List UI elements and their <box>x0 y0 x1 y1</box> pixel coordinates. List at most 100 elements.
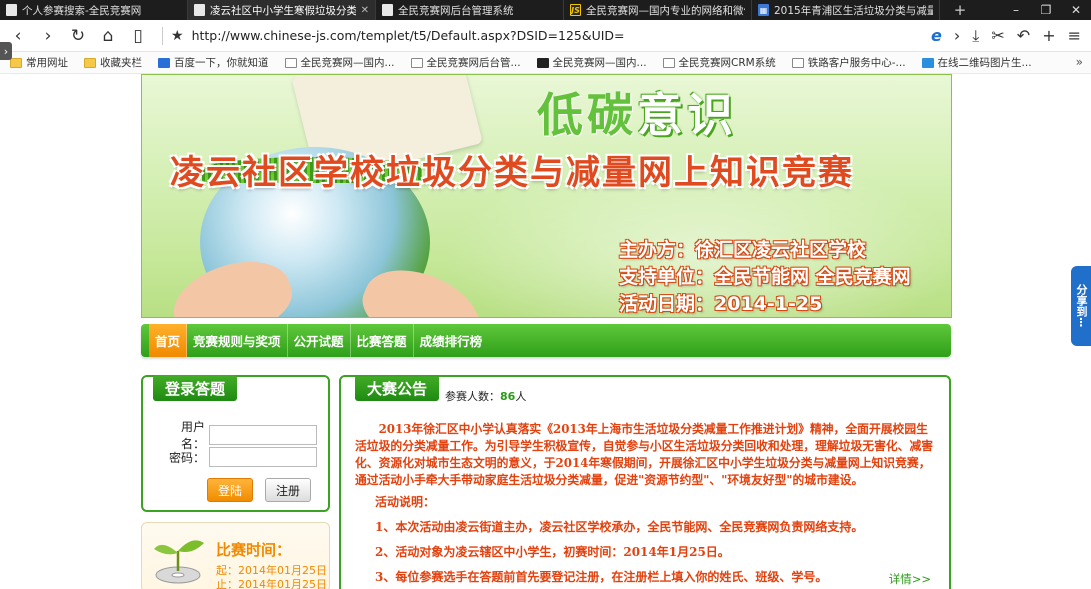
reading-view-icon[interactable]: ▯ <box>126 24 150 48</box>
activity-heading: 活动说明： <box>375 495 436 509</box>
password-label: 密码： <box>168 450 205 465</box>
bookmark-label: 在线二维码图片生... <box>937 57 1032 69</box>
slogan-awareness: 意识 <box>637 88 737 142</box>
banner-title: 凌云社区学校垃圾分类与减量网上知识竞赛 <box>170 153 854 193</box>
banner-organizer: 主办方：徐汇区凌云社区学校 <box>619 239 867 261</box>
share-side-tab[interactable]: 分享到 ⋮ <box>1071 266 1091 346</box>
time-title: 比赛时间： <box>216 541 292 559</box>
browser-tab[interactable]: ▦ 2015年青浦区生活垃圾分类与减量网 <box>752 0 940 20</box>
tab-title: 个人参赛搜索-全民竞赛网 <box>22 4 142 17</box>
notice-item: 2、活动对象为凌云辖区中小学生，初赛时间：2014年1月25日。 <box>375 545 730 559</box>
page-icon <box>791 57 804 68</box>
bookmark-item[interactable]: 全民竞赛网—国内... <box>536 55 647 70</box>
menu-item-ranking[interactable]: 成绩排行榜 <box>414 324 489 357</box>
menu-item-questions[interactable]: 公开试题 <box>288 324 351 357</box>
favorite-star-icon[interactable]: ★ <box>171 28 184 44</box>
home-icon[interactable]: ⌂ <box>96 24 120 48</box>
bookmark-item[interactable]: 百度一下，你就知道 <box>158 55 269 70</box>
page-icon <box>194 4 205 16</box>
minimize-icon[interactable]: – <box>1001 0 1031 20</box>
calendar-icon: ▦ <box>758 4 769 16</box>
restore-icon[interactable]: ❐ <box>1031 0 1061 20</box>
bookmark-label: 全民竞赛网—国内... <box>552 57 647 69</box>
more-bookmarks-button[interactable]: » <box>1076 55 1083 69</box>
register-button[interactable]: 注册 <box>265 478 312 502</box>
forward-icon[interactable]: › <box>36 24 60 48</box>
menu-icon[interactable]: ≡ <box>1068 26 1081 45</box>
add-icon[interactable]: + <box>1042 26 1055 45</box>
bookmark-item[interactable]: 常用网址 <box>10 55 68 70</box>
tab-title: 凌云社区中小学生寒假垃圾分类与减 <box>210 4 356 17</box>
cut-icon[interactable]: ✂ <box>991 26 1004 45</box>
js-logo-icon <box>536 57 549 68</box>
browser-tab-active[interactable]: 凌云社区中小学生寒假垃圾分类与减 ✕ <box>188 0 376 20</box>
participant-unit: 人 <box>515 390 527 403</box>
login-title: 登录答题 <box>153 375 238 401</box>
page-icon <box>6 4 17 16</box>
notice-item: 3、每位参赛选手在答题前首先要登记注册，在注册栏上填入你的姓氏、班级、学号。 <box>375 570 828 584</box>
close-window-icon[interactable]: ✕ <box>1061 0 1091 20</box>
banner-date: 活动日期：2014-1-25 <box>619 293 823 315</box>
notice-paragraph: 2013年徐汇区中小学认真落实《2013年上海市生活垃圾分类减量工作推进计划》精… <box>355 422 934 487</box>
participant-count: 参赛人数：86人 <box>445 388 526 404</box>
bookmark-label: 铁路客户服务中心-... <box>807 57 906 69</box>
page-icon <box>662 57 675 68</box>
notice-title: 大赛公告 <box>355 377 440 401</box>
page-icon <box>382 4 393 16</box>
qr-icon <box>921 57 934 68</box>
menu-item-home[interactable]: 首页 <box>149 324 188 357</box>
bookmark-item[interactable]: 在线二维码图片生... <box>921 55 1032 70</box>
sprout-cd-icon <box>154 540 204 584</box>
download-icon[interactable]: ⤓ <box>972 26 979 46</box>
bookmark-item[interactable]: 全民竞赛网后台管... <box>410 55 521 70</box>
slogan-low-carbon: 低碳 <box>537 88 637 142</box>
bookmark-item[interactable]: 全民竞赛网CRM系统 <box>662 55 776 70</box>
bookmark-label: 全民竞赛网后台管... <box>426 57 521 69</box>
participant-label: 参赛人数： <box>445 390 500 403</box>
folder-icon <box>10 57 22 68</box>
main-menu: 首页 竞赛规则与奖项 公开试题 比赛答题 成绩排行榜 <box>141 324 951 357</box>
tab-title: 全民竞赛网—国内专业的网络和微信 <box>586 4 745 17</box>
browser-tab[interactable]: JS 全民竞赛网—国内专业的网络和微信 <box>564 0 752 20</box>
chevron-right-icon[interactable]: › <box>954 26 960 45</box>
menu-item-answer[interactable]: 比赛答题 <box>351 324 414 357</box>
banner-slogan: 低碳意识 <box>537 79 737 145</box>
notice-item: 1、本次活动由凌云街道主办，凌云社区学校承办，全民节能网、全民竞赛网负责网络支持… <box>375 520 864 534</box>
share-label: 分享到 <box>1075 283 1088 317</box>
bookmark-item[interactable]: 铁路客户服务中心-... <box>791 55 906 70</box>
ie-icon[interactable]: e <box>931 26 942 45</box>
undo-icon[interactable]: ↶ <box>1017 26 1030 45</box>
nav-divider <box>162 26 163 45</box>
login-box: 登录答题 用户名： 密码： 登陆 注册 <box>141 375 330 512</box>
new-tab-button[interactable]: + <box>940 0 980 20</box>
notice-box: 大赛公告 参赛人数：86人 2013年徐汇区中小学认真落实《2013年上海市生活… <box>339 375 951 589</box>
page-icon <box>410 57 423 68</box>
menu-item-rules[interactable]: 竞赛规则与奖项 <box>187 324 288 357</box>
close-tab-icon[interactable]: ✕ <box>361 5 369 16</box>
folder-icon <box>84 57 96 68</box>
browser-tab[interactable]: 个人参赛搜索-全民竞赛网 <box>0 0 188 20</box>
browser-tab[interactable]: 全民竞赛网后台管理系统 <box>376 0 564 20</box>
bookmark-label: 百度一下，你就知道 <box>174 57 269 69</box>
bookmark-label: 全民竞赛网—国内... <box>300 57 395 69</box>
login-button[interactable]: 登陆 <box>207 478 254 502</box>
password-input[interactable] <box>209 447 317 467</box>
nav-right-tools: e › ⤓ ✂ ↶ + ≡ <box>931 26 1081 46</box>
js-logo-icon: JS <box>570 4 581 16</box>
details-link[interactable]: 详情>> <box>889 571 931 587</box>
username-input[interactable] <box>209 425 317 445</box>
browser-nav-bar: ‹ › ↻ ⌂ ▯ ★ http://www.chinese-js.com/te… <box>0 20 1091 52</box>
time-end: 止：2014年01月25日 <box>216 578 327 589</box>
sidebar-toggle-icon[interactable]: › <box>0 42 12 60</box>
bookmark-label: 常用网址 <box>26 57 68 69</box>
window-controls: – ❐ ✕ <box>1001 0 1091 20</box>
address-bar[interactable]: http://www.chinese-js.com/templet/t5/Def… <box>192 28 931 43</box>
banner: 低碳意识 凌云社区学校垃圾分类与减量网上知识竞赛 主办方：徐汇区凌云社区学校 支… <box>141 74 952 318</box>
bookmark-item[interactable]: 全民竞赛网—国内... <box>284 55 395 70</box>
competition-time-box: 比赛时间： 起：2014年01月25日 止：2014年01月25日 <box>141 522 330 589</box>
baidu-icon <box>158 57 170 68</box>
favorites-bar: 常用网址 收藏夹栏 百度一下，你就知道 全民竞赛网—国内... 全民竞赛网后台管… <box>0 52 1091 74</box>
bookmark-item[interactable]: 收藏夹栏 <box>84 55 142 70</box>
tab-title: 全民竞赛网后台管理系统 <box>398 4 514 17</box>
refresh-icon[interactable]: ↻ <box>66 24 90 48</box>
